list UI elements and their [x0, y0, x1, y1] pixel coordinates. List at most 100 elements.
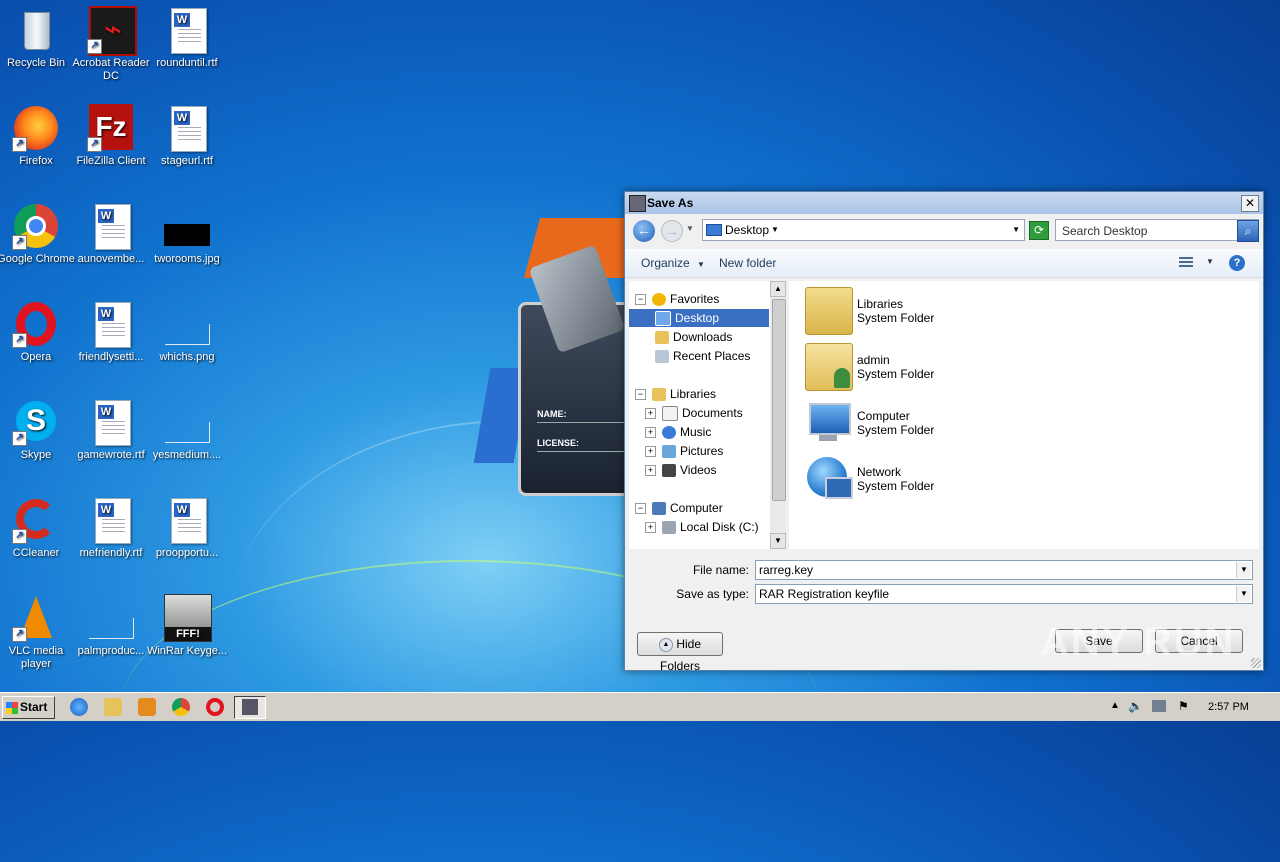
desktop-icon-palmproduc[interactable]: palmproduc...: [68, 594, 154, 658]
dialog-app-icon: [629, 195, 646, 212]
keygen-taskbar-button[interactable]: [234, 696, 266, 719]
close-button[interactable]: ✕: [1241, 195, 1259, 212]
help-button[interactable]: ?: [1229, 255, 1245, 271]
expand-icon[interactable]: +: [645, 446, 656, 458]
network-tray-icon[interactable]: [1152, 700, 1166, 712]
image-thumbnail-icon: [165, 324, 210, 345]
list-item-libraries[interactable]: Libraries System Folder: [805, 287, 1105, 337]
chrome-taskbar-icon[interactable]: [172, 698, 190, 716]
word-document-icon: W: [95, 400, 131, 446]
start-button[interactable]: Start: [2, 696, 55, 719]
keygen-name-label: NAME:: [537, 409, 567, 419]
tree-item-favorites[interactable]: − Favorites: [635, 290, 719, 308]
tree-item-libraries[interactable]: − Libraries: [635, 385, 716, 403]
word-document-icon: W: [95, 204, 131, 250]
computer-icon: [805, 399, 851, 445]
shortcut-arrow-icon: ↗: [12, 529, 27, 544]
expand-icon[interactable]: +: [645, 522, 656, 534]
list-item-network[interactable]: Network System Folder: [805, 455, 1105, 505]
recent-locations-chevron-icon[interactable]: ▼: [686, 224, 694, 233]
dialog-titlebar[interactable]: Save As ✕: [625, 192, 1263, 214]
keygen-license-line: [537, 451, 637, 452]
tree-item-local-disk[interactable]: + Local Disk (C:): [645, 518, 759, 536]
scroll-down-icon[interactable]: ▼: [770, 533, 786, 549]
desktop-icon-mefriendly[interactable]: W mefriendly.rtf: [68, 496, 154, 560]
documents-icon: [662, 406, 678, 422]
refresh-button[interactable]: ⟳: [1029, 221, 1049, 240]
desktop-icon-whichs[interactable]: whichs.png: [144, 300, 230, 364]
search-input[interactable]: Search Desktop: [1062, 224, 1147, 238]
nav-scrollbar[interactable]: ▲ ▼: [770, 281, 786, 549]
forward-button[interactable]: →: [661, 220, 683, 242]
volume-icon[interactable]: 🔈: [1128, 699, 1143, 713]
desktop-icon-tworooms[interactable]: tworooms.jpg: [144, 202, 230, 266]
media-player-icon[interactable]: [138, 698, 156, 716]
collapse-icon[interactable]: −: [635, 503, 646, 515]
desktop-icon: [655, 311, 671, 327]
back-button[interactable]: ←: [633, 220, 655, 242]
pictures-icon: [662, 445, 676, 459]
tree-item-music[interactable]: + Music: [645, 423, 711, 441]
tree-item-pictures[interactable]: + Pictures: [645, 442, 723, 460]
expand-icon[interactable]: +: [645, 427, 656, 439]
desktop-icon-winrar-keygen[interactable]: FFF! WinRar Keyge...: [144, 594, 230, 658]
star-icon: [652, 293, 666, 307]
file-name-value[interactable]: rarreg.key: [759, 563, 813, 577]
collapse-icon[interactable]: −: [635, 294, 646, 306]
word-document-icon: W: [171, 8, 207, 54]
list-item-computer[interactable]: Computer System Folder: [805, 399, 1105, 449]
file-name-field[interactable]: rarreg.key ▼: [755, 560, 1253, 580]
image-thumbnail-icon: [165, 422, 210, 443]
desktop-icon-proopportu[interactable]: W proopportu...: [144, 496, 230, 560]
music-note-icon: [662, 426, 676, 440]
desktop-icon-acrobat[interactable]: ⌁ ↗ Acrobat Reader DC: [68, 6, 154, 83]
keygen-license-label: LICENSE:: [537, 438, 580, 448]
taskbar: Start ▲ 🔈 ⚑ 2:57 PM: [0, 692, 1280, 721]
tree-item-computer[interactable]: − Computer: [635, 499, 723, 517]
organize-button[interactable]: Organize ▼: [641, 256, 705, 270]
scroll-up-icon[interactable]: ▲: [770, 281, 786, 297]
desktop-icon-yesmedium[interactable]: yesmedium....: [144, 398, 230, 462]
hide-folders-button[interactable]: ▲ Hide Folders: [637, 632, 723, 673]
view-chevron-icon[interactable]: ▼: [1206, 257, 1214, 266]
desktop-icon-friendlysetti[interactable]: W friendlysetti...: [68, 300, 154, 364]
keygen-taskbar-icon: [242, 699, 258, 715]
desktop-icon-rounduntil[interactable]: W rounduntil.rtf: [144, 6, 230, 70]
desktop-icon-stageurl[interactable]: W stageurl.rtf: [144, 104, 230, 168]
tree-item-downloads[interactable]: Downloads: [655, 328, 732, 346]
action-center-flag-icon[interactable]: ⚑: [1178, 699, 1189, 713]
desktop-icon-filezilla[interactable]: Fz ↗ FileZilla Client: [68, 104, 154, 168]
desktop-icon-gamewrote[interactable]: W gamewrote.rtf: [68, 398, 154, 462]
chevron-down-icon: ▼: [697, 260, 705, 269]
explorer-folder-icon[interactable]: [104, 698, 122, 716]
view-options-icon[interactable]: [1179, 257, 1193, 269]
desktop-icon-aunovember[interactable]: W aunovembe...: [68, 202, 154, 266]
tree-item-documents[interactable]: + Documents: [645, 404, 743, 422]
list-item-admin[interactable]: admin System Folder: [805, 343, 1105, 393]
clock[interactable]: 2:57 PM: [1208, 701, 1249, 713]
tree-item-videos[interactable]: + Videos: [645, 461, 716, 479]
breadcrumb-chevron-icon[interactable]: ▼: [771, 225, 779, 234]
new-folder-button[interactable]: New folder: [719, 256, 776, 270]
search-button[interactable]: ⌕: [1237, 220, 1259, 242]
scroll-thumb[interactable]: [772, 299, 786, 501]
tree-item-recent-places[interactable]: Recent Places: [655, 347, 750, 365]
opera-taskbar-icon[interactable]: [206, 698, 224, 716]
command-toolbar: Organize ▼ New folder ▼ ?: [625, 249, 1263, 278]
navigation-pane: − Favorites Desktop Downloads Recent Plac…: [629, 281, 786, 549]
tray-chevron-icon[interactable]: ▲: [1110, 700, 1120, 711]
ie-icon[interactable]: [70, 698, 88, 716]
word-document-icon: W: [95, 302, 131, 348]
file-name-dropdown-icon[interactable]: ▼: [1236, 562, 1251, 578]
address-dropdown-icon[interactable]: ▼: [1012, 225, 1020, 234]
save-type-dropdown-icon[interactable]: ▼: [1236, 586, 1251, 602]
expand-icon[interactable]: +: [645, 465, 656, 477]
tree-item-desktop[interactable]: Desktop: [629, 309, 769, 327]
address-bar[interactable]: Desktop ▼ ▼: [702, 219, 1025, 241]
save-type-select[interactable]: RAR Registration keyfile ▼: [755, 584, 1253, 604]
expand-icon[interactable]: +: [645, 408, 656, 420]
search-box[interactable]: Search Desktop: [1055, 219, 1259, 241]
word-document-icon: W: [171, 106, 207, 152]
resize-grip-icon[interactable]: [1251, 658, 1261, 668]
collapse-icon[interactable]: −: [635, 389, 646, 401]
